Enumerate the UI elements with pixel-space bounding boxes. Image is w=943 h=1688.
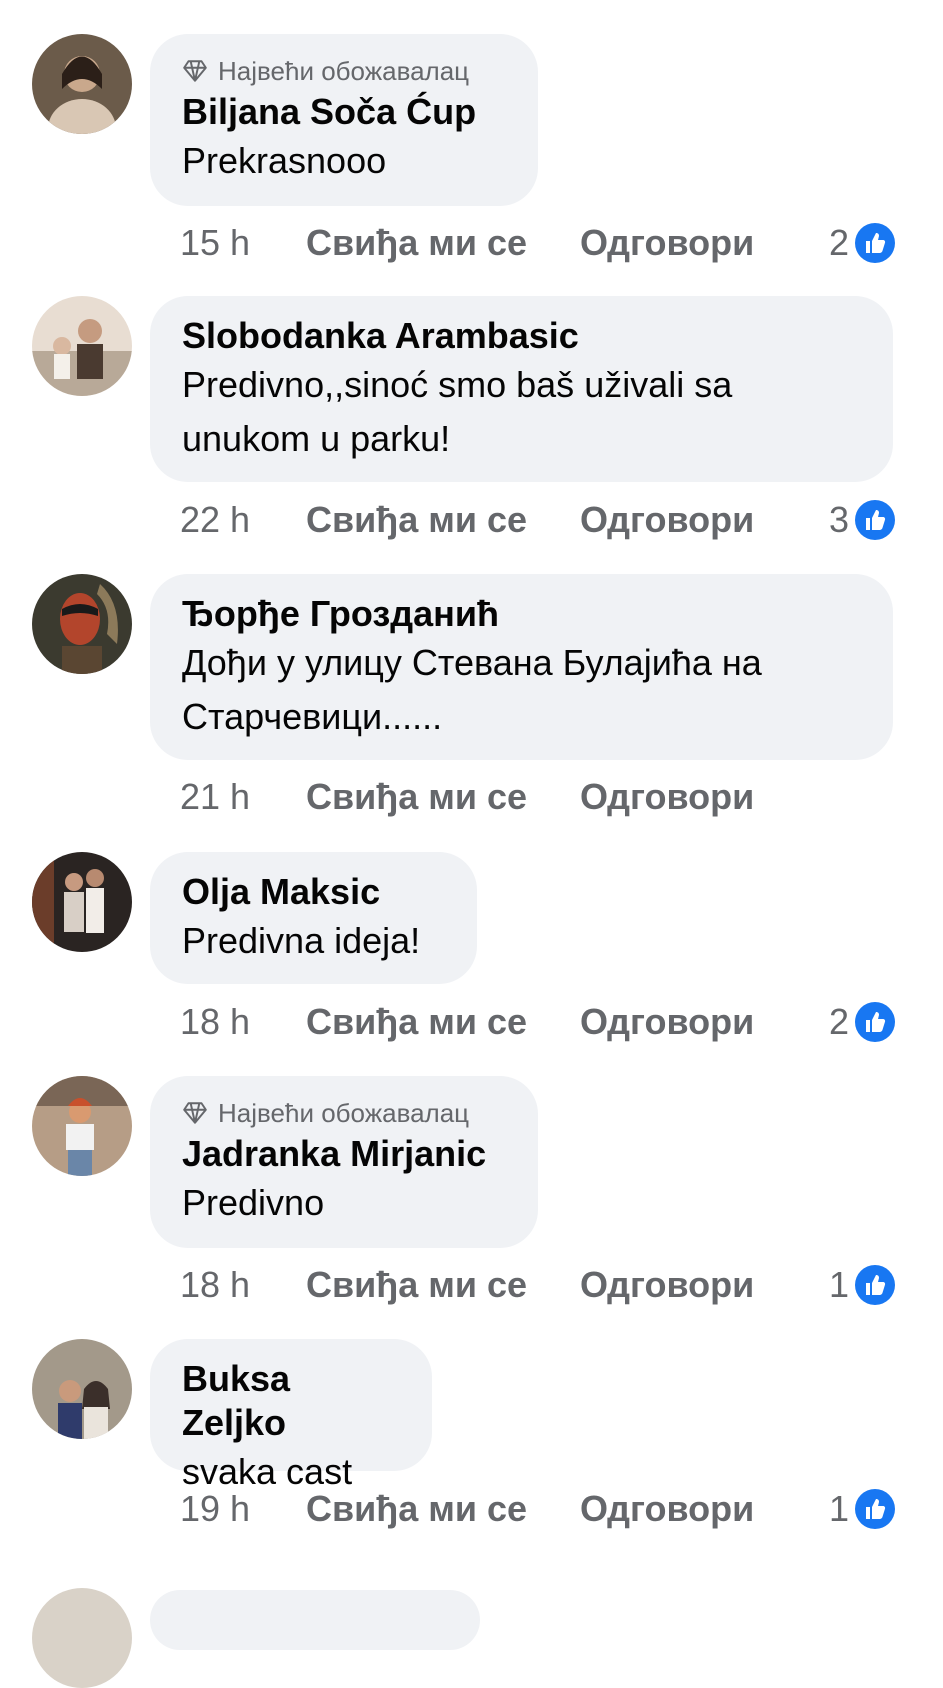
reactions[interactable]: 2 — [829, 1001, 895, 1043]
like-button[interactable]: Свиђа ми се — [306, 776, 580, 818]
commenter-name[interactable]: Jadranka Mirjanic — [182, 1132, 506, 1176]
like-button[interactable]: Свиђа ми се — [306, 1264, 580, 1306]
avatar[interactable] — [32, 852, 132, 952]
reaction-count: 1 — [828, 1264, 849, 1305]
thumbs-up-icon — [855, 1489, 895, 1529]
timestamp[interactable]: 15 h — [180, 222, 306, 264]
timestamp[interactable]: 18 h — [180, 1264, 306, 1306]
comment-bubble: Slobodanka Arambasic Predivno,,sinoć smo… — [150, 296, 893, 482]
like-button[interactable]: Свиђа ми се — [306, 1001, 580, 1043]
reaction-count: 2 — [828, 1001, 849, 1042]
like-button[interactable]: Свиђа ми се — [306, 1488, 580, 1530]
comment-actions: 22 h Свиђа ми се Одговори 3 — [180, 495, 895, 545]
reaction-count: 2 — [828, 222, 849, 263]
reply-button[interactable]: Одговори — [580, 222, 754, 264]
comment-text-line: Дођи у улицу Стевана Булајића на — [182, 642, 762, 683]
comment-actions: 21 h Свиђа ми се Одговори — [180, 772, 895, 822]
thumbs-up-icon — [855, 1002, 895, 1042]
diamond-icon — [183, 60, 207, 82]
timestamp[interactable]: 18 h — [180, 1001, 306, 1043]
reactions[interactable]: 1 — [829, 1264, 895, 1306]
comment-bubble: Највећи обожавалац Jadranka Mirjanic Pre… — [150, 1076, 538, 1248]
next-comment-bubble-partial — [150, 1590, 480, 1650]
comment-text: Predivna ideja! — [182, 920, 421, 961]
thumbs-up-icon — [855, 223, 895, 263]
top-fan-badge: Највећи обожавалац — [182, 52, 506, 90]
comment-bubble: Ђорђе Грозданић Дођи у улицу Стевана Бул… — [150, 574, 893, 760]
top-fan-badge: Највећи обожавалац — [182, 1094, 506, 1132]
commenter-name[interactable]: Biljana Soča Ćup — [182, 90, 506, 134]
diamond-icon — [183, 1102, 207, 1124]
comment-actions: 19 h Свиђа ми се Одговори 1 — [180, 1484, 895, 1534]
timestamp[interactable]: 21 h — [180, 776, 306, 818]
comment-text-line: unukom u parku! — [182, 418, 451, 459]
commenter-name[interactable]: Ђорђе Грозданић — [182, 592, 861, 636]
comment-actions: 18 h Свиђа ми се Одговори 2 — [180, 997, 895, 1047]
commenter-name[interactable]: Slobodanka Arambasic — [182, 314, 861, 358]
thumbs-up-icon — [855, 500, 895, 540]
comment-bubble: Buksa Zeljko svaka cast — [150, 1339, 432, 1492]
avatar[interactable] — [32, 1339, 132, 1439]
comment-bubble: Olja Maksic Predivna ideja! — [150, 852, 477, 984]
comment-actions: 18 h Свиђа ми се Одговори 1 — [180, 1260, 895, 1310]
avatar[interactable] — [32, 1076, 132, 1176]
reply-button[interactable]: Одговори — [580, 776, 754, 818]
reaction-count: 3 — [828, 499, 849, 540]
reactions[interactable]: 1 — [829, 1488, 895, 1530]
avatar[interactable] — [32, 296, 132, 396]
timestamp[interactable]: 22 h — [180, 499, 306, 541]
like-button[interactable]: Свиђа ми се — [306, 222, 580, 264]
reply-button[interactable]: Одговори — [580, 499, 754, 541]
comment-bubble: Највећи обожавалац Biljana Soča Ćup Prek… — [150, 34, 538, 206]
reply-button[interactable]: Одговори — [580, 1264, 754, 1306]
reply-button[interactable]: Одговори — [580, 1001, 754, 1043]
reaction-count: 1 — [828, 1488, 849, 1529]
timestamp[interactable]: 19 h — [180, 1488, 306, 1530]
reactions[interactable]: 3 — [829, 499, 895, 541]
avatar[interactable] — [32, 34, 132, 134]
reactions[interactable]: 2 — [829, 222, 895, 264]
next-comment-avatar-partial — [32, 1588, 132, 1688]
comment-text-line: Старчевици...... — [182, 696, 443, 737]
commenter-name[interactable]: Olja Maksic — [182, 870, 445, 914]
avatar[interactable] — [32, 574, 132, 674]
thumbs-up-icon — [855, 1265, 895, 1305]
comment-actions: 15 h Свиђа ми се Одговори 2 — [180, 218, 895, 268]
commenter-name[interactable]: Buksa Zeljko — [182, 1357, 400, 1445]
like-button[interactable]: Свиђа ми се — [306, 499, 580, 541]
reply-button[interactable]: Одговори — [580, 1488, 754, 1530]
comment-text-line: Predivno,,sinoć smo baš uživali sa — [182, 364, 733, 405]
badge-label: Највећи обожавалац — [218, 55, 470, 86]
comment-text: Prekrasnooo — [182, 140, 387, 181]
badge-label: Највећи обожавалац — [218, 1097, 470, 1128]
comment-text: Predivno — [182, 1182, 325, 1223]
